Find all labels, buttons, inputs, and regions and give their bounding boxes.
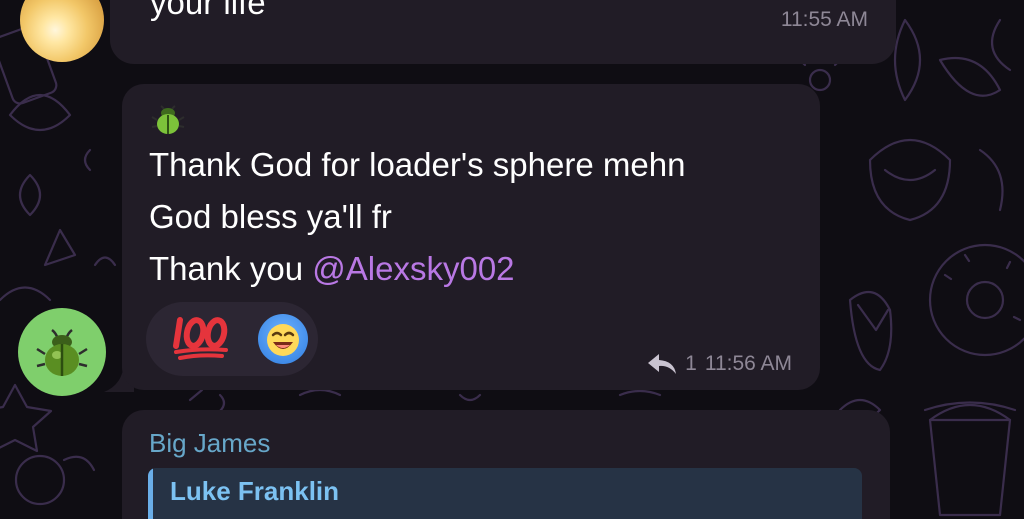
message-meta: 1 11:56 AM <box>647 352 792 376</box>
chat-view: your life 11:55 AM Thank God for loader'… <box>0 0 1024 519</box>
message-line-prefix: Thank you <box>149 250 313 287</box>
reply-icon[interactable] <box>647 353 677 375</box>
reply-count[interactable]: 1 <box>685 352 697 376</box>
message-bubble[interactable]: your life 11:55 AM <box>110 0 896 64</box>
quote-accent-bar <box>148 468 153 519</box>
reactions-bar[interactable] <box>146 302 318 376</box>
quoted-sender-name: Luke Franklin <box>170 476 340 506</box>
message-bubble[interactable]: Big James Luke Franklin <box>122 410 890 519</box>
beetle-avatar-icon <box>36 329 88 376</box>
avatar[interactable] <box>18 308 106 396</box>
reply-quote[interactable]: Luke Franklin <box>148 468 862 519</box>
message-time: 11:55 AM <box>780 8 868 31</box>
beetle-emoji-icon <box>151 105 185 134</box>
mention-link[interactable]: @Alexsky002 <box>312 250 514 287</box>
hundred-points-icon[interactable] <box>172 314 230 360</box>
message-line: God bless ya'll fr <box>149 198 392 235</box>
message-text: your life <box>150 0 266 21</box>
message-text: Thank God for loader's sphere mehn God b… <box>149 139 685 295</box>
message-bubble[interactable]: Thank God for loader's sphere mehn God b… <box>122 84 820 390</box>
message-line: Thank God for loader's sphere mehn <box>149 146 686 183</box>
message-time: 11:56 AM <box>704 352 792 375</box>
message-line: Thank you @Alexsky002 <box>149 243 685 295</box>
sender-name[interactable]: Big James <box>149 428 270 459</box>
laughing-face-icon[interactable] <box>258 314 308 364</box>
